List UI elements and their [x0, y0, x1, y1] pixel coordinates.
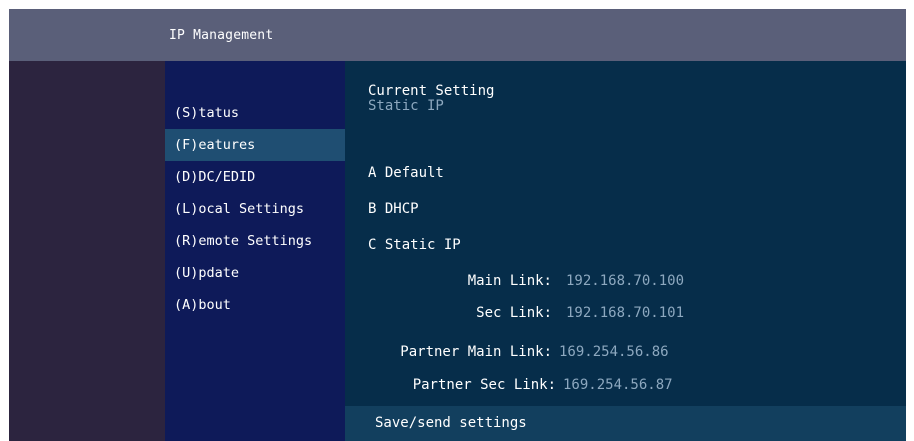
sidebar-item-local-settings[interactable]: (L)ocal Settings: [165, 193, 345, 225]
sidebar-item-remote-settings[interactable]: (R)emote Settings: [165, 225, 345, 257]
sidebar-item-ddc-edid[interactable]: (D)DC/EDID: [165, 161, 345, 193]
ip-management-screen: IP Management (S)tatus (F)eatures (D)DC/…: [9, 9, 906, 441]
option-static-ip[interactable]: C Static IP: [368, 234, 461, 256]
sec-link-label: Sec Link:: [476, 305, 552, 321]
current-setting-value: Static IP: [368, 98, 444, 114]
ip-row-partner-main-link: Partner Main Link: 169.254.56.86: [345, 341, 906, 363]
main-link-value[interactable]: 192.168.70.100: [566, 270, 684, 292]
partner-sec-link-value[interactable]: 169.254.56.87: [563, 374, 673, 396]
sec-link-value[interactable]: 192.168.70.101: [566, 302, 684, 324]
ip-row-sec-link: Sec Link: 192.168.70.101: [345, 302, 906, 324]
save-send-settings-label: Save/send settings: [375, 415, 527, 431]
sidebar-item-status[interactable]: (S)tatus: [165, 97, 345, 129]
option-default[interactable]: A Default: [368, 162, 444, 184]
option-dhcp[interactable]: B DHCP: [368, 198, 419, 220]
main-panel: Current Setting Static IP A Default B DH…: [345, 61, 906, 441]
ip-row-partner-sec-link: Partner Sec Link: 169.254.56.87: [345, 374, 906, 396]
sidebar-item-update[interactable]: (U)pdate: [165, 257, 345, 289]
left-margin: [9, 61, 165, 441]
sidebar-item-about[interactable]: (A)bout: [165, 289, 345, 321]
current-setting-label: Current Setting: [368, 83, 495, 99]
sidebar-menu: (S)tatus (F)eatures (D)DC/EDID (L)ocal S…: [165, 61, 345, 441]
ip-row-main-link: Main Link: 192.168.70.100: [345, 270, 906, 292]
sidebar-item-features[interactable]: (F)eatures: [165, 129, 345, 161]
window-title: IP Management: [169, 28, 274, 43]
partner-sec-link-label: Partner Sec Link:: [412, 377, 556, 393]
main-link-label: Main Link:: [467, 273, 552, 289]
title-bar: IP Management: [9, 9, 906, 61]
partner-main-link-label: Partner Main Link:: [400, 344, 552, 360]
save-send-settings-button[interactable]: Save/send settings: [345, 406, 906, 441]
partner-main-link-value[interactable]: 169.254.56.86: [559, 341, 669, 363]
